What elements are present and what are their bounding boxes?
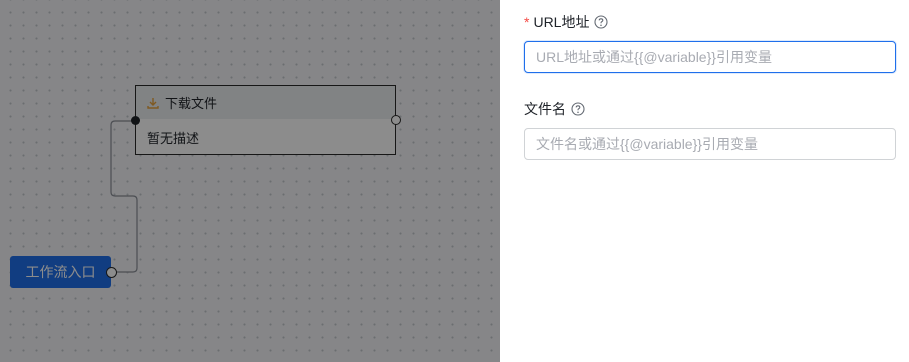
help-circle-icon[interactable] xyxy=(594,15,609,29)
filename-input[interactable] xyxy=(524,128,896,160)
filename-field: 文件名 xyxy=(524,99,896,160)
url-label-row: * URL地址 xyxy=(524,12,896,32)
workflow-canvas[interactable]: 下载文件 暂无描述 工作流入口 xyxy=(0,0,500,362)
filename-label-row: 文件名 xyxy=(524,99,896,119)
help-circle-icon[interactable] xyxy=(571,102,585,116)
url-input[interactable] xyxy=(524,41,896,73)
drawer-mask[interactable] xyxy=(0,0,500,362)
filename-label: 文件名 xyxy=(524,101,566,117)
required-mark: * xyxy=(524,14,530,30)
node-config-drawer: * URL地址 文件名 xyxy=(500,0,909,362)
url-field: * URL地址 xyxy=(524,12,896,73)
url-label: URL地址 xyxy=(533,14,590,30)
